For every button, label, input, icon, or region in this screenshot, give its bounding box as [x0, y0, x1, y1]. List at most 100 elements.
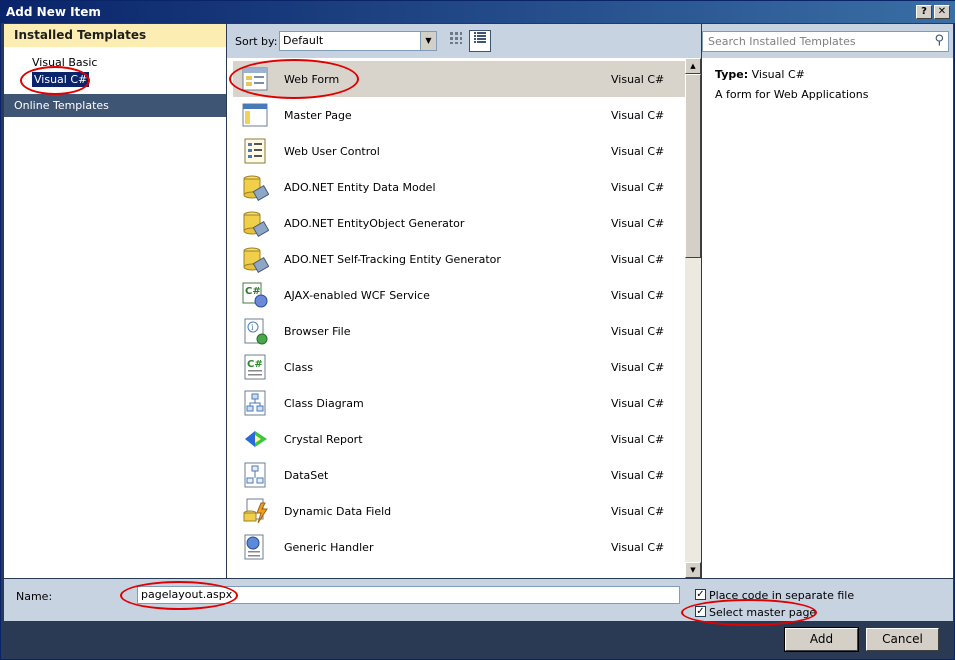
template-row[interactable]: Master Page Visual C#: [233, 97, 685, 133]
template-language: Visual C#: [611, 361, 665, 374]
template-language: Visual C#: [611, 289, 665, 302]
template-language: Visual C#: [611, 253, 665, 266]
class-diagram-icon: [244, 390, 266, 416]
template-description: A form for Web Applications: [715, 88, 869, 101]
template-row[interactable]: C# AJAX-enabled WCF Service Visual C#: [233, 277, 685, 313]
name-label: Name:: [16, 590, 53, 603]
template-language: Visual C#: [611, 397, 665, 410]
search-installed-templates-input[interactable]: Search Installed Templates ⚲: [702, 31, 949, 52]
browser-file-icon: i: [244, 318, 268, 345]
cancel-button[interactable]: Cancel: [866, 628, 939, 651]
scroll-down-button[interactable]: ▼: [685, 562, 701, 578]
add-button[interactable]: Add: [784, 627, 859, 652]
database-icon: [243, 247, 269, 273]
template-language: Visual C#: [611, 145, 665, 158]
template-name: Generic Handler: [284, 541, 374, 554]
template-name: ADO.NET Entity Data Model: [284, 181, 436, 194]
template-name: DataSet: [284, 469, 329, 482]
template-row[interactable]: Web Form Visual C#: [233, 61, 685, 97]
template-categories-pane: Installed Templates Visual Basic Visual …: [4, 24, 226, 578]
search-icon[interactable]: ⚲: [934, 33, 944, 48]
template-row[interactable]: Web User Control Visual C#: [233, 133, 685, 169]
dynamic-data-field-icon: [243, 498, 268, 524]
dialog-title: Add New Item: [6, 5, 101, 19]
template-row[interactable]: Crystal Report Visual C#: [233, 421, 685, 457]
details-pane: Type: Visual C# A form for Web Applicati…: [702, 58, 953, 578]
generic-handler-icon: [244, 534, 264, 560]
svg-text:i: i: [251, 323, 254, 332]
name-field[interactable]: pagelayout.aspx: [137, 586, 680, 604]
type-line: Type: Visual C#: [715, 65, 953, 85]
class-icon: C#: [244, 354, 266, 380]
template-name: Dynamic Data Field: [284, 505, 392, 518]
template-language: Visual C#: [611, 433, 665, 446]
template-language: Visual C#: [611, 505, 665, 518]
template-row[interactable]: C# Class Visual C#: [233, 349, 685, 385]
template-language: Visual C#: [611, 181, 665, 194]
chevron-down-icon[interactable]: ▼: [420, 32, 436, 50]
template-name: Browser File: [284, 325, 351, 338]
search-toolbar: Search Installed Templates ⚲: [702, 24, 953, 58]
template-name: Class Diagram: [284, 397, 364, 410]
template-name: Master Page: [284, 109, 352, 122]
template-name: ADO.NET Self-Tracking Entity Generator: [284, 253, 501, 266]
place-code-label[interactable]: Place code in separate file: [709, 589, 854, 602]
template-language: Visual C#: [611, 73, 665, 86]
web-form-icon: [242, 67, 268, 91]
dataset-icon: [244, 462, 266, 488]
master-page-icon: [242, 103, 268, 127]
template-row[interactable]: ADO.NET Entity Data Model Visual C#: [233, 169, 685, 205]
name-bar: Name: pagelayout.aspx ✓ Place code in se…: [4, 579, 953, 621]
search-placeholder: Search Installed Templates: [708, 35, 856, 48]
sort-by-label: Sort by:: [235, 35, 278, 48]
template-language: Visual C#: [611, 469, 665, 482]
template-language: Visual C#: [611, 217, 665, 230]
template-row[interactable]: Class Diagram Visual C#: [233, 385, 685, 421]
template-language: Visual C#: [611, 325, 665, 338]
template-name: Crystal Report: [284, 433, 363, 446]
select-master-page-label[interactable]: Select master page: [709, 606, 816, 619]
place-code-checkbox[interactable]: ✓: [695, 589, 706, 600]
template-language: Visual C#: [611, 109, 665, 122]
title-bar: Add New Item: [1, 1, 955, 23]
grid-view-icon: [450, 32, 462, 44]
crystal-report-icon: [245, 431, 267, 447]
help-button[interactable]: ?: [916, 5, 932, 19]
template-name: Web Form: [284, 73, 340, 86]
template-name: Web User Control: [284, 145, 380, 158]
template-list-scrollbar[interactable]: ▲ ▼: [685, 58, 701, 578]
template-name: AJAX-enabled WCF Service: [284, 289, 430, 302]
tree-item-visual-csharp[interactable]: Visual C#: [32, 72, 90, 87]
sort-toolbar: Sort by: Default ▼: [227, 24, 701, 58]
select-master-page-checkbox[interactable]: ✓: [695, 606, 706, 617]
template-list: Web Form Visual C# Master Page Visual C# Web…: [227, 58, 685, 578]
template-row[interactable]: Generic Handler Visual C#: [233, 529, 685, 565]
template-name: Class: [284, 361, 313, 374]
close-button[interactable]: ✕: [934, 5, 950, 19]
online-templates-heading[interactable]: Online Templates: [4, 94, 226, 117]
web-user-control-icon: [244, 138, 266, 164]
type-label: Type:: [715, 68, 749, 81]
scroll-thumb[interactable]: [685, 74, 701, 258]
database-icon: [243, 175, 269, 201]
add-new-item-dialog: Add New Item ? ✕ Installed Templates Vis…: [0, 0, 955, 660]
type-value: Visual C#: [751, 68, 805, 81]
medium-icons-view-button[interactable]: [445, 30, 467, 52]
installed-templates-heading[interactable]: Installed Templates: [4, 24, 226, 47]
template-row[interactable]: Dynamic Data Field Visual C#: [233, 493, 685, 529]
template-row[interactable]: i Browser File Visual C#: [233, 313, 685, 349]
svg-text:C#: C#: [247, 359, 263, 370]
template-language: Visual C#: [611, 541, 665, 554]
sort-by-value: Default: [283, 34, 324, 47]
list-view-icon: [474, 32, 486, 43]
sort-by-dropdown[interactable]: Default ▼: [279, 31, 437, 51]
tree-item-visual-basic[interactable]: Visual Basic: [32, 56, 97, 69]
list-view-button[interactable]: [469, 30, 491, 52]
database-icon: [243, 211, 269, 237]
template-name: ADO.NET EntityObject Generator: [284, 217, 465, 230]
scroll-up-button[interactable]: ▲: [685, 58, 701, 74]
template-row[interactable]: ADO.NET Self-Tracking Entity Generator Vi…: [233, 241, 685, 277]
wcf-service-icon: C#: [242, 282, 268, 308]
template-row[interactable]: ADO.NET EntityObject Generator Visual C#: [233, 205, 685, 241]
template-row[interactable]: DataSet Visual C#: [233, 457, 685, 493]
